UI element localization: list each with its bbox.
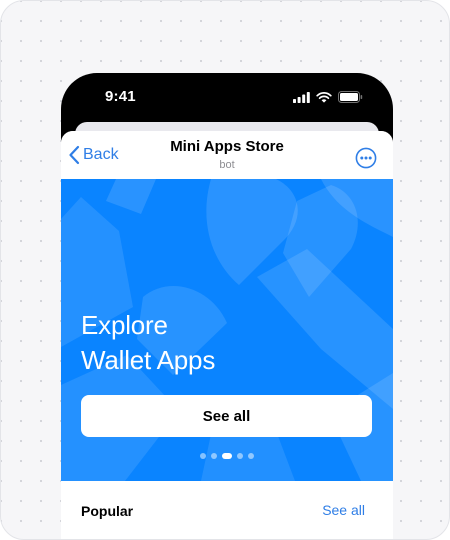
banner-see-all-button[interactable]: See all [81, 395, 372, 437]
status-bar: 9:41 [61, 73, 393, 123]
carousel-pagination[interactable] [61, 453, 393, 459]
carousel-dot[interactable] [200, 453, 206, 459]
battery-icon [338, 91, 363, 103]
more-icon[interactable] [355, 147, 377, 169]
popular-section-title: Popular [81, 503, 134, 519]
navigation-bar: Back Mini Apps Store bot [61, 131, 393, 179]
nav-title-group: Mini Apps Store bot [61, 138, 393, 171]
signal-icon [293, 91, 310, 103]
page-subtitle: bot [219, 159, 235, 171]
phone-mockup: 9:41 Back Mini Apps Store bot Explore Wa… [61, 73, 393, 539]
popular-see-all-link[interactable]: See all [322, 502, 365, 518]
banner-headline-line2: Wallet Apps [81, 345, 216, 375]
carousel-dot[interactable] [222, 453, 232, 459]
banner-headline: Explore Wallet Apps [81, 308, 215, 378]
canvas-frame: 9:41 Back Mini Apps Store bot Explore Wa… [0, 0, 450, 540]
carousel-dot[interactable] [211, 453, 217, 459]
page-title: Mini Apps Store [170, 138, 284, 155]
wifi-icon [316, 91, 332, 103]
popular-section-header: Popular See all [61, 481, 393, 539]
carousel-dot[interactable] [248, 453, 254, 459]
featured-banner[interactable]: Explore Wallet Apps See all [61, 179, 393, 481]
status-icons [293, 91, 363, 103]
status-time: 9:41 [105, 88, 136, 105]
banner-headline-line1: Explore [81, 310, 168, 340]
mini-app-sheet: Back Mini Apps Store bot Explore Wallet … [61, 131, 393, 539]
carousel-dot[interactable] [237, 453, 243, 459]
